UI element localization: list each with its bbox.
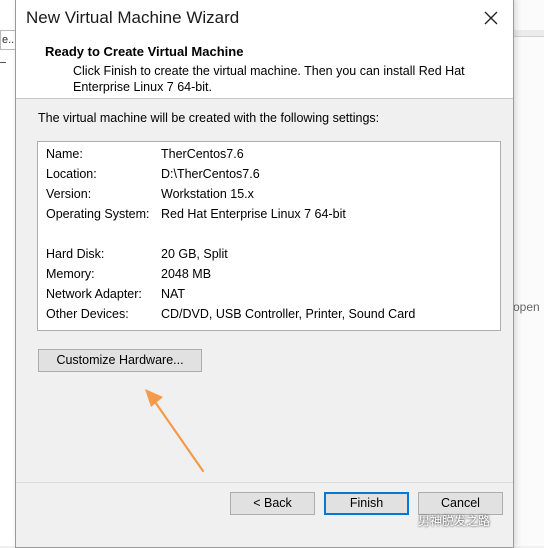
title-bar: New Virtual Machine Wizard xyxy=(16,0,513,37)
customize-hardware-button[interactable]: Customize Hardware... xyxy=(38,349,202,372)
setting-label: Network Adapter: xyxy=(46,287,142,301)
setting-value: TherCentos7.6 xyxy=(161,147,244,161)
dialog-title: New Virtual Machine Wizard xyxy=(26,8,240,27)
close-icon xyxy=(484,11,498,25)
setting-label: Version: xyxy=(46,187,92,201)
background-dash xyxy=(0,62,6,63)
wizard-step-title: Ready to Create Virtual Machine xyxy=(45,44,244,59)
settings-summary-box: Name: TherCentos7.6 Location: D:\TherCen… xyxy=(37,141,501,331)
setting-value: CD/DVD, USB Controller, Printer, Sound C… xyxy=(161,307,416,321)
setting-label: Location: xyxy=(46,167,97,181)
setting-value: 20 GB, Split xyxy=(161,247,228,261)
setting-label: Memory: xyxy=(46,267,95,281)
watermark-text: 男神脱发之路 xyxy=(418,514,491,528)
close-button[interactable] xyxy=(476,5,506,31)
background-open-text: open xyxy=(513,300,540,314)
setting-value: NAT xyxy=(161,287,186,301)
background-window-right xyxy=(512,0,544,546)
back-button[interactable]: < Back xyxy=(230,492,315,515)
wizard-header: Ready to Create Virtual Machine Click Fi… xyxy=(16,37,513,99)
setting-label: Other Devices: xyxy=(46,307,129,321)
setting-value: 2048 MB xyxy=(161,267,212,281)
finish-button[interactable]: Finish xyxy=(324,492,409,515)
new-vm-wizard-dialog: New Virtual Machine Wizard Ready to Crea… xyxy=(15,0,514,548)
annotation-arrow-icon xyxy=(145,389,205,473)
wizard-step-description: Click Finish to create the virtual machi… xyxy=(73,64,465,94)
settings-intro-text: The virtual machine will be created with… xyxy=(38,111,380,125)
setting-value: Workstation 15.x xyxy=(161,187,254,201)
setting-value: D:\TherCentos7.6 xyxy=(161,167,260,181)
setting-label: Hard Disk: xyxy=(46,247,105,261)
setting-label: Name: xyxy=(46,147,83,161)
setting-label: Operating System: xyxy=(46,207,150,221)
button-bar-separator xyxy=(16,482,513,483)
setting-value: Red Hat Enterprise Linux 7 64-bit xyxy=(161,207,346,221)
background-tab-strip xyxy=(512,30,544,37)
